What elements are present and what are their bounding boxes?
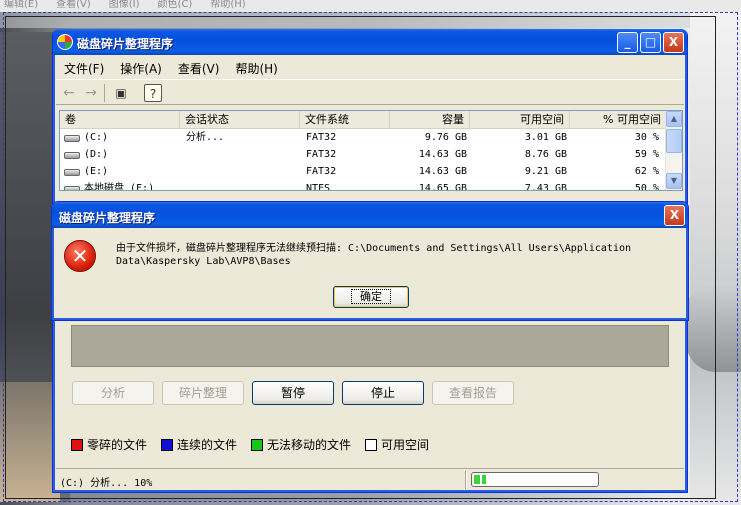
table-row[interactable]: (D:) FAT32 14.63 GB 8.76 GB 59 %	[60, 147, 667, 163]
drive-icon	[64, 135, 80, 142]
scroll-down-arrow-icon[interactable]: ▼	[666, 173, 682, 189]
dialog-close-button[interactable]: X	[664, 205, 685, 226]
cell-free: 3.01 GB	[524, 132, 567, 143]
dialog-message: 由于文件损坏，磁盘碎片整理程序无法继续预扫描: C:\Documents and…	[116, 243, 632, 267]
list-header: 卷 会话状态 文件系统 容量 可用空间 % 可用空间	[60, 111, 667, 129]
maximize-button[interactable]: □	[640, 32, 661, 53]
help-icon[interactable]: ?	[144, 84, 162, 102]
table-row[interactable]: 本地磁盘 (F:) NTFS 14.65 GB 7.43 GB 50 %	[60, 181, 667, 191]
cell-capacity: 14.63 GB	[418, 166, 467, 177]
col-free-space[interactable]: 可用空间	[470, 111, 570, 129]
legend-item: 连续的文件	[161, 436, 237, 453]
cell-pct: 30 %	[634, 132, 659, 143]
status-bar: (C:) 分析... 10%	[56, 468, 684, 490]
defrag-app-icon	[57, 34, 73, 50]
ok-button[interactable]: 确定	[333, 286, 409, 308]
menu-file[interactable]: 文件(F)	[56, 57, 112, 77]
toolbar-separator	[104, 84, 105, 102]
legend-label: 连续的文件	[177, 438, 238, 452]
photo-sky	[0, 12, 741, 28]
cell-fs: FAT32	[306, 132, 337, 143]
legend-item: 零碎的文件	[71, 436, 147, 453]
cell-capacity: 14.65 GB	[418, 183, 467, 191]
toolbar: ← → ▣ ?	[56, 79, 684, 105]
progress-fill	[474, 475, 487, 484]
error-dialog: 磁盘碎片整理程序 X ✕ 由于文件损坏，磁盘碎片整理程序无法继续预扫描: C:\…	[51, 201, 689, 321]
cell-pct: 62 %	[634, 166, 659, 177]
table-row[interactable]: (C:) 分析... FAT32 9.76 GB 3.01 GB 30 %	[60, 130, 667, 146]
host-menu-color[interactable]: 颜色(C)	[158, 0, 193, 12]
cell-pct: 50 %	[634, 183, 659, 191]
drive-icon	[64, 169, 80, 176]
status-text: (C:) 分析... 10%	[60, 478, 153, 489]
legend-item: 无法移动的文件	[251, 436, 351, 453]
list-scrollbar[interactable]: ▲ ▼	[665, 111, 682, 190]
cell-free: 8.76 GB	[524, 149, 567, 160]
volume-list[interactable]: 卷 会话状态 文件系统 容量 可用空间 % 可用空间 (C:) 分析... FA…	[59, 110, 683, 191]
scroll-thumb[interactable]	[666, 129, 682, 153]
col-pct-free[interactable]: % 可用空间	[570, 111, 667, 129]
host-menubar: 编辑(E) 查看(V) 图像(I) 颜色(C) 帮助(H)	[0, 0, 741, 12]
host-menu-help[interactable]: 帮助(H)	[210, 0, 245, 12]
dialog-titlebar[interactable]: 磁盘碎片整理程序 X	[52, 202, 688, 228]
ok-button-label: 确定	[351, 289, 391, 304]
drive-icon	[64, 186, 80, 190]
analyze-button[interactable]: 分析	[72, 381, 154, 405]
cell-fs: FAT32	[306, 166, 337, 177]
cell-fs: FAT32	[306, 149, 337, 160]
window-title: 磁盘碎片整理程序	[77, 37, 174, 51]
minimize-button[interactable]: _	[617, 32, 638, 53]
cell-volume: (D:)	[84, 149, 109, 160]
host-menu-image[interactable]: 图像(I)	[109, 0, 140, 12]
defragment-button[interactable]: 碎片整理	[162, 381, 244, 405]
photo-right-region	[690, 12, 741, 505]
host-menu-edit[interactable]: 编辑(E)	[4, 0, 38, 12]
stop-button[interactable]: 停止	[342, 381, 424, 405]
photo-bottom-left	[0, 382, 60, 502]
error-icon: ✕	[64, 240, 96, 272]
photo-car-light	[686, 282, 741, 372]
cell-pct: 59 %	[634, 149, 659, 160]
estimated-usage-display	[71, 325, 669, 367]
window-titlebar[interactable]: 磁盘碎片整理程序 _ □ X	[53, 29, 687, 55]
cell-free: 7.43 GB	[524, 183, 567, 191]
back-arrow-icon[interactable]: ←	[60, 84, 78, 102]
menu-action[interactable]: 操作(A)	[112, 57, 170, 77]
status-separator	[465, 471, 467, 489]
menu-view[interactable]: 查看(V)	[170, 57, 228, 77]
cell-capacity: 14.63 GB	[418, 149, 467, 160]
col-file-system[interactable]: 文件系统	[300, 111, 390, 129]
close-button[interactable]: X	[663, 32, 684, 53]
legend-item: 可用空间	[365, 436, 429, 453]
pause-button[interactable]: 暂停	[252, 381, 334, 405]
view-report-button[interactable]: 查看报告	[432, 381, 514, 405]
legend-swatch	[161, 438, 173, 451]
cell-fs: NTFS	[306, 183, 331, 191]
cell-volume: (C:)	[84, 132, 109, 143]
table-row[interactable]: (E:) FAT32 14.63 GB 9.21 GB 62 %	[60, 164, 667, 180]
col-volume[interactable]: 卷	[60, 111, 180, 129]
legend-swatch	[365, 438, 377, 451]
cell-volume: 本地磁盘 (F:)	[84, 183, 155, 191]
progress-bar	[471, 472, 599, 487]
col-session-status[interactable]: 会话状态	[180, 111, 300, 129]
show-hide-console-icon[interactable]: ▣	[112, 84, 130, 102]
legend-label: 零碎的文件	[87, 438, 148, 452]
cell-free: 9.21 GB	[524, 166, 567, 177]
menu-help[interactable]: 帮助(H)	[227, 57, 285, 77]
scroll-up-arrow-icon[interactable]: ▲	[666, 111, 682, 127]
forward-arrow-icon[interactable]: →	[82, 84, 100, 102]
dialog-title: 磁盘碎片整理程序	[59, 211, 156, 225]
host-menu-view[interactable]: 查看(V)	[56, 0, 91, 12]
legend-swatch	[71, 438, 83, 451]
legend-label: 无法移动的文件	[267, 438, 352, 452]
cell-status: 分析...	[186, 132, 225, 143]
col-capacity[interactable]: 容量	[390, 111, 470, 129]
legend-swatch	[251, 438, 263, 451]
cell-capacity: 9.76 GB	[424, 132, 467, 143]
cell-volume: (E:)	[84, 166, 109, 177]
legend-label: 可用空间	[381, 438, 430, 452]
drive-icon	[64, 152, 80, 159]
menubar: 文件(F) 操作(A) 查看(V) 帮助(H)	[56, 57, 684, 77]
